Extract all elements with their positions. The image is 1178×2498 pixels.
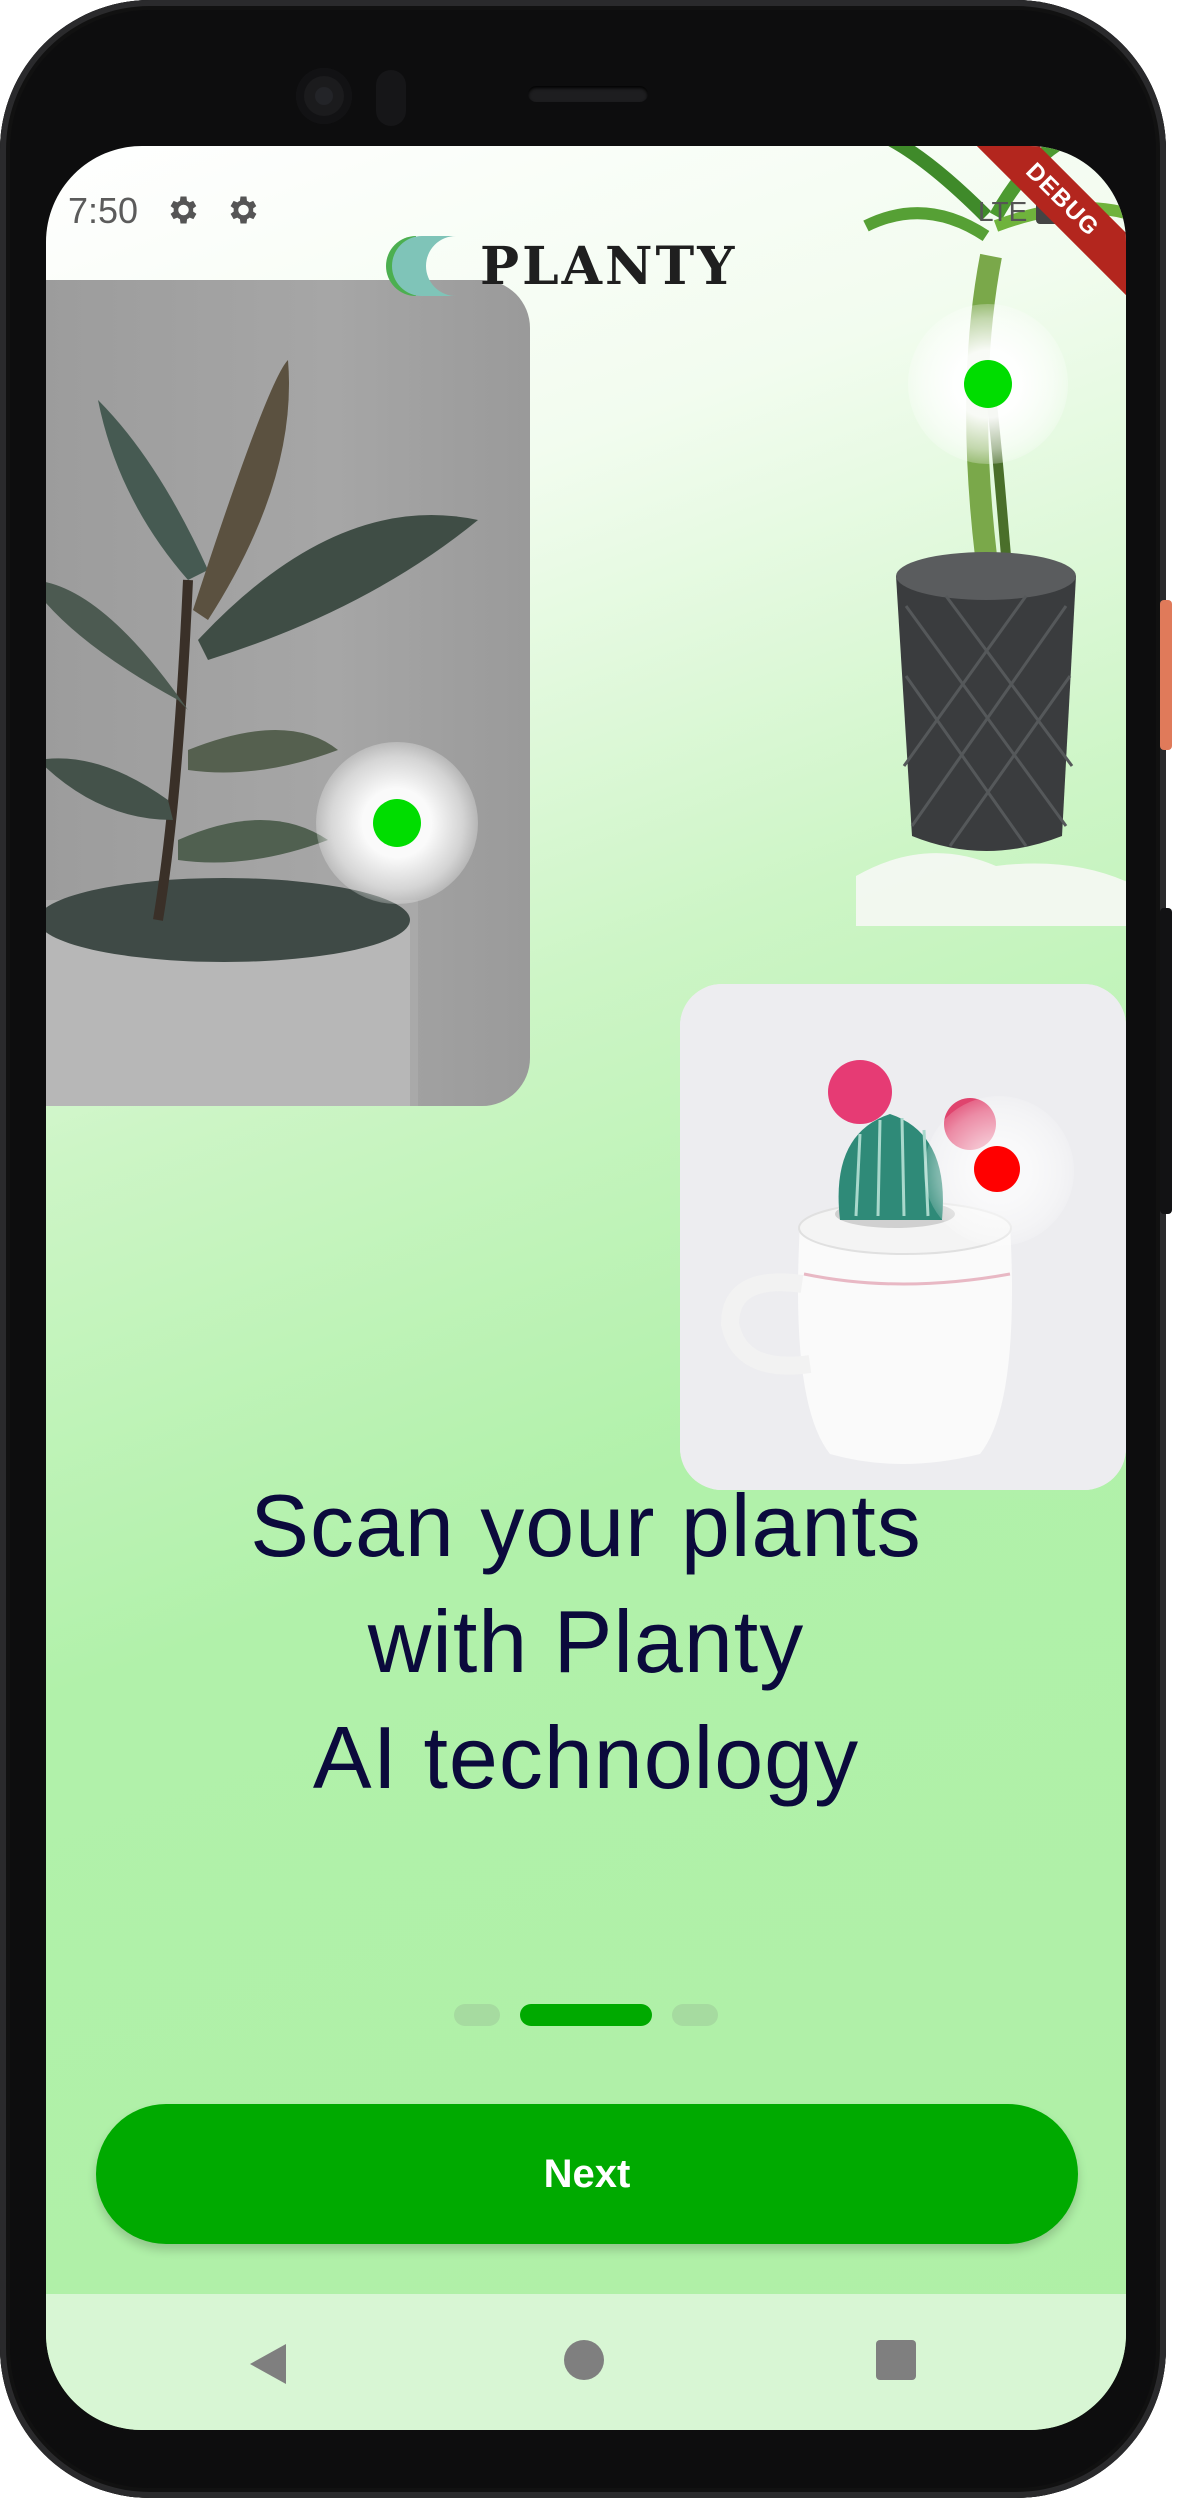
scan-marker-issue[interactable] <box>974 1146 1020 1192</box>
status-time: 7:50 <box>68 190 139 231</box>
onboarding-headline: Scan your plants with Planty AI technolo… <box>126 1468 1046 1816</box>
rubber-plant-photo <box>46 280 530 1106</box>
proximity-sensor <box>376 70 406 126</box>
settings-gear-icon <box>230 196 257 224</box>
page-indicator-dot[interactable] <box>672 2004 718 2026</box>
network-indicator: LTE <box>978 196 1028 227</box>
headline-line: AI technology <box>312 1708 860 1807</box>
next-button[interactable]: Next <box>96 2104 1078 2244</box>
page-indicator-dot[interactable] <box>454 2004 500 2026</box>
volume-button <box>1160 908 1172 1214</box>
planty-logo-icon <box>376 234 462 298</box>
headline-line: Scan your plants <box>250 1476 922 1575</box>
scan-marker-healthy[interactable] <box>373 799 421 847</box>
cactus-photo <box>680 984 1126 1490</box>
home-icon[interactable] <box>564 2340 604 2380</box>
front-camera <box>296 68 352 124</box>
scan-marker-healthy[interactable] <box>964 360 1012 408</box>
app-logo: PLANTY <box>376 234 737 298</box>
system-navigation-bar <box>46 2294 1126 2430</box>
app-screen: 7:50 LTE PLANTY Scan your plants with Pl… <box>46 146 1126 2430</box>
headline-line: with Planty <box>367 1592 805 1691</box>
app-name: PLANTY <box>480 235 738 297</box>
back-icon[interactable] <box>248 2342 288 2386</box>
phone-frame: 7:50 LTE PLANTY Scan your plants with Pl… <box>0 0 1172 2498</box>
recents-icon[interactable] <box>876 2340 916 2380</box>
dracaena-plant-photo <box>846 146 1126 936</box>
settings-gear-icon <box>170 196 197 224</box>
page-indicator <box>46 2004 1126 2028</box>
power-button <box>1160 600 1172 750</box>
page-indicator-dot-active[interactable] <box>520 2004 652 2026</box>
earpiece-speaker <box>528 86 648 102</box>
